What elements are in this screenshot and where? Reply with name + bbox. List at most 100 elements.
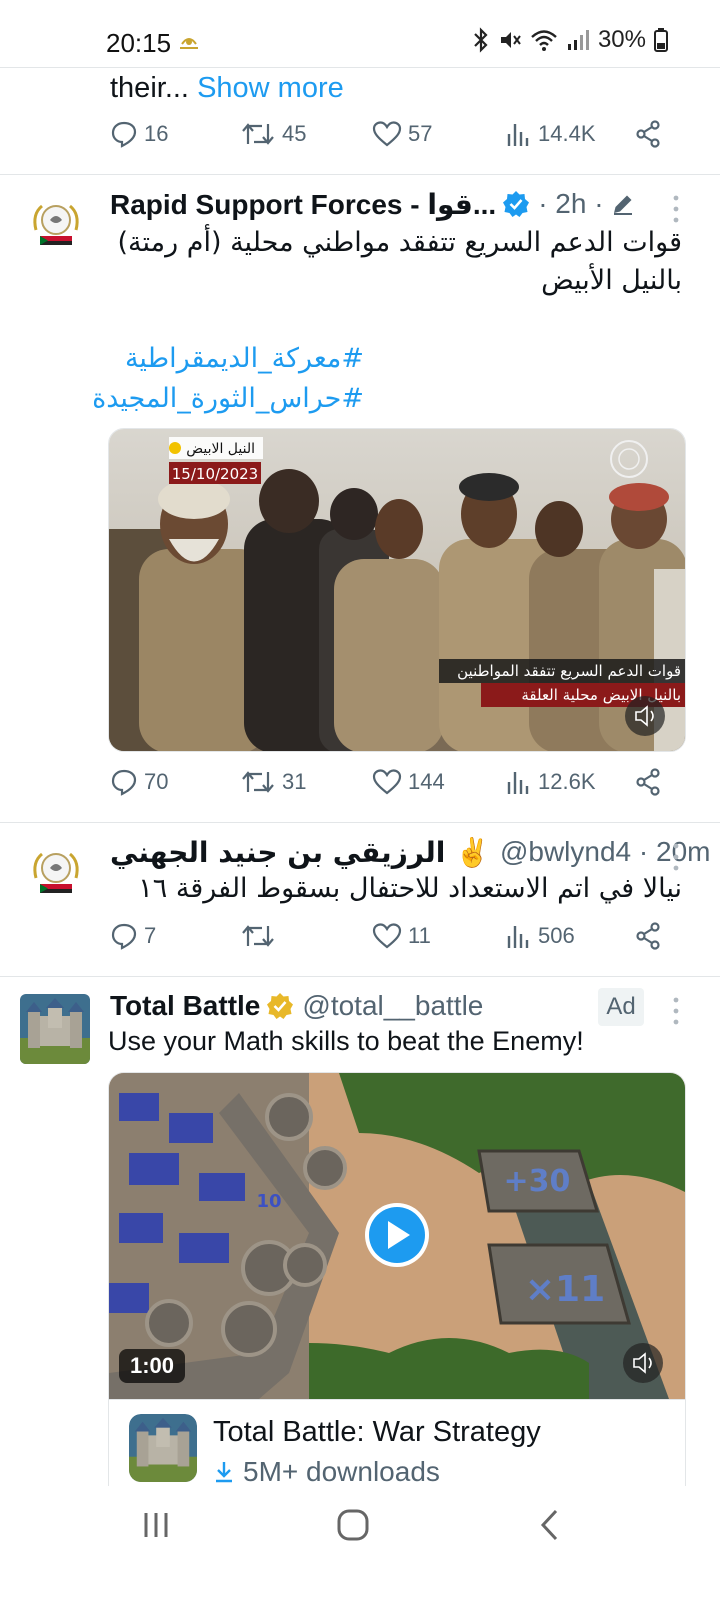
system-navigation-bar <box>0 1486 720 1600</box>
share-icon <box>636 922 660 950</box>
more-options-icon[interactable] <box>672 194 680 224</box>
reply-count: 7 <box>144 923 157 948</box>
views-icon <box>507 926 529 948</box>
video-date-label: 15/10/2023 <box>172 465 258 483</box>
reply-button[interactable]: 70 <box>110 768 168 796</box>
unit-number: 10 <box>256 1191 281 1212</box>
handle: @total__battle <box>302 990 484 1021</box>
edited-pencil-icon <box>613 195 632 215</box>
show-more-link[interactable]: Show more <box>197 72 344 104</box>
tweet-header: Total Battle @total__battle <box>110 986 483 1026</box>
reply-button[interactable]: 7 <box>110 922 156 950</box>
like-count: 11 <box>408 923 431 948</box>
wifi-icon <box>531 30 557 51</box>
avatar[interactable] <box>20 994 90 1064</box>
more-options-icon[interactable] <box>672 996 680 1026</box>
verified-badge-icon <box>503 191 530 217</box>
tweet-divider <box>0 822 720 823</box>
gate-label-plus: +30 <box>504 1164 571 1199</box>
tweet-header: Rapid Support Forces - قوا... · 2h · <box>110 184 636 224</box>
ad-card[interactable]: +30 ×11 10 1:00 Total Battle: War Strate… <box>108 1072 686 1486</box>
share-button[interactable] <box>634 922 662 950</box>
tweet-text-line: قوات الدعم السريع تتفقد مواطني محلية (أم… <box>117 227 683 258</box>
heart-icon <box>372 121 402 147</box>
share-icon <box>636 768 660 796</box>
share-button[interactable] <box>634 120 662 148</box>
repost-icon <box>242 925 274 947</box>
recent-apps-icon[interactable] <box>140 1510 172 1540</box>
author-name[interactable]: الرزيقي بن جنيد الجهني ✌️ <box>110 836 490 869</box>
reply-count: 16 <box>144 121 169 146</box>
back-icon[interactable] <box>538 1508 560 1542</box>
battery-icon <box>654 28 668 52</box>
avatar[interactable] <box>22 190 90 258</box>
previous-tweet-actions: 16 45 57 14.4K <box>110 120 680 160</box>
like-button[interactable]: 11 <box>372 922 431 950</box>
video-duration: 1:00 <box>130 1353 174 1378</box>
video-frame: النيل الابيض 15/10/2023 قوات الدعم السري… <box>109 429 685 751</box>
ad-badge: Ad <box>598 988 644 1026</box>
reply-button[interactable]: 16 <box>110 120 168 148</box>
status-divider <box>0 67 720 68</box>
download-count: 5M+ downloads <box>243 1456 440 1486</box>
like-button[interactable]: 57 <box>372 120 432 148</box>
views-count: 14.4K <box>538 121 596 146</box>
share-button[interactable] <box>634 768 662 796</box>
reply-icon <box>111 121 137 148</box>
views-button[interactable]: 506 <box>506 922 575 950</box>
reply-icon <box>111 769 137 796</box>
views-icon <box>507 124 529 146</box>
repost-icon <box>242 123 274 145</box>
weather-icon <box>180 38 198 49</box>
download-icon <box>216 1462 232 1483</box>
reply-icon <box>111 923 137 950</box>
gate-label-multiply: ×11 <box>525 1269 605 1310</box>
heart-icon <box>372 923 402 949</box>
signal-icon <box>567 30 589 50</box>
repost-button[interactable]: 31 <box>240 768 306 796</box>
app-card[interactable]: Total Battle: War Strategy 5M+ downloads <box>109 1399 685 1486</box>
tweet-time: · 2h · <box>538 188 604 219</box>
tweet-divider <box>0 976 720 977</box>
status-time: 20:15 <box>106 28 172 58</box>
heart-icon <box>372 769 402 795</box>
tweet-header: الرزيقي بن جنيد الجهني ✌️ @bwlynd4 · 20m <box>110 832 710 872</box>
repost-icon <box>242 771 274 793</box>
hashtag-link[interactable]: #معركة_الديمقراطية <box>108 340 364 378</box>
author-name[interactable]: Rapid Support Forces - قوا... <box>110 188 496 221</box>
like-count: 144 <box>408 769 445 794</box>
tweet-divider <box>0 174 720 175</box>
repost-count: 45 <box>282 121 307 146</box>
ad-video[interactable]: +30 ×11 10 1:00 <box>109 1073 686 1399</box>
reply-count: 70 <box>144 769 169 794</box>
avatar[interactable] <box>22 838 90 906</box>
hashtag-link[interactable]: #حراس_الثورة_المجيدة <box>92 380 364 418</box>
video-caption-line: قوات الدعم السريع تتفقد المواطنين <box>457 662 681 680</box>
app-title: Total Battle: War Strategy <box>213 1416 541 1448</box>
views-button[interactable]: 12.6K <box>506 768 596 796</box>
author-name[interactable]: Total Battle <box>110 990 260 1022</box>
repost-count: 31 <box>282 769 307 794</box>
tweet-video[interactable]: النيل الابيض 15/10/2023 قوات الدعم السري… <box>108 428 686 752</box>
views-count: 506 <box>538 923 575 948</box>
home-icon[interactable] <box>336 1508 370 1542</box>
status-icons: 30% <box>472 26 668 54</box>
repost-button[interactable] <box>240 922 282 950</box>
more-options-icon[interactable] <box>672 842 680 872</box>
share-icon <box>636 120 660 148</box>
previous-tweet-text: their... Show more <box>110 72 344 105</box>
app-downloads: 5M+ downloads <box>213 1456 440 1486</box>
like-count: 57 <box>408 121 433 146</box>
battery-percent: 30% <box>597 26 646 53</box>
mute-icon <box>500 32 521 48</box>
repost-button[interactable]: 45 <box>240 120 306 148</box>
views-button[interactable]: 14.4K <box>506 120 596 148</box>
like-button[interactable]: 144 <box>372 768 445 796</box>
tweet-actions: 70 31 144 12.6K <box>110 768 680 808</box>
views-count: 12.6K <box>538 769 596 794</box>
tweet-text-line: بالنيل الأبيض <box>541 265 682 296</box>
status-bar: 20:15 30% <box>0 0 720 68</box>
tweet-text: نيالا في اتم الاستعداد للاحتفال بسقوط ال… <box>138 873 682 904</box>
tweet-actions: 7 11 506 <box>110 922 680 962</box>
tweet-text: Use your Math skills to beat the Enemy! <box>108 1026 584 1056</box>
